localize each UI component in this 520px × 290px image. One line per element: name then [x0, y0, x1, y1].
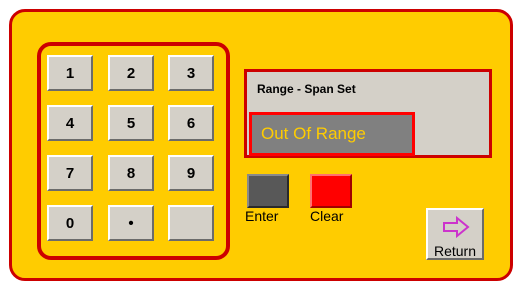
key-1[interactable]: 1 [47, 55, 93, 91]
key-3[interactable]: 3 [168, 55, 214, 91]
clear-button[interactable] [310, 174, 352, 208]
key-6[interactable]: 6 [168, 105, 214, 141]
key-4[interactable]: 4 [47, 105, 93, 141]
range-span-display: Range - Span Set Out Of Range [244, 69, 492, 158]
key-5[interactable]: 5 [108, 105, 154, 141]
key-blank[interactable] [168, 205, 214, 241]
right-arrow-icon [443, 216, 470, 238]
key-8[interactable]: 8 [108, 155, 154, 191]
return-label: Return [433, 243, 477, 259]
key-7[interactable]: 7 [47, 155, 93, 191]
key-0[interactable]: 0 [47, 205, 93, 241]
key-2[interactable]: 2 [108, 55, 154, 91]
clear-label: Clear [310, 208, 344, 224]
key-9[interactable]: 9 [168, 155, 214, 191]
enter-button[interactable] [247, 174, 289, 208]
return-button[interactable]: Return [426, 208, 484, 260]
key-decimal-point[interactable]: • [108, 205, 154, 241]
status-readout: Out Of Range [249, 112, 415, 156]
enter-label: Enter [245, 208, 279, 224]
display-title: Range - Span Set [257, 82, 356, 96]
